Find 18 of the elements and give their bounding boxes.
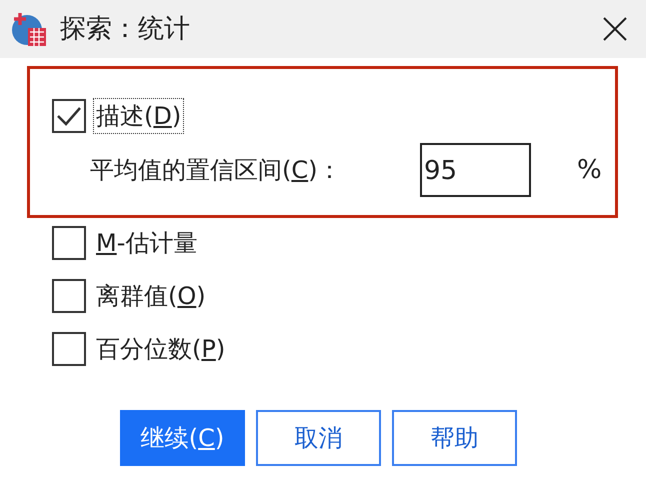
checkbox-label[interactable]: 百分位数(P) [94,332,228,366]
checkbox[interactable] [52,226,86,260]
checkbox[interactable] [52,99,86,133]
checkbox-label[interactable]: M-估计量 [94,226,200,260]
confidence-interval-label: 平均值的置信区间(C)： [90,155,343,186]
checkbox-label[interactable]: 离群值(O) [94,279,208,313]
close-icon[interactable] [602,16,628,42]
confidence-input[interactable]: 95 [420,143,531,197]
dialog-button[interactable]: 继续(C) [120,410,245,466]
checkbox[interactable] [52,279,86,313]
checkbox-label[interactable]: 描述(D) [94,99,184,133]
dialog-button[interactable]: 帮助 [392,410,517,466]
window-title: 探索：统计 [60,12,190,46]
checkbox[interactable] [52,332,86,366]
app-icon [10,10,48,48]
checkmark-icon [56,105,82,127]
percent-unit: % [577,154,602,186]
dialog-button[interactable]: 取消 [256,410,381,466]
